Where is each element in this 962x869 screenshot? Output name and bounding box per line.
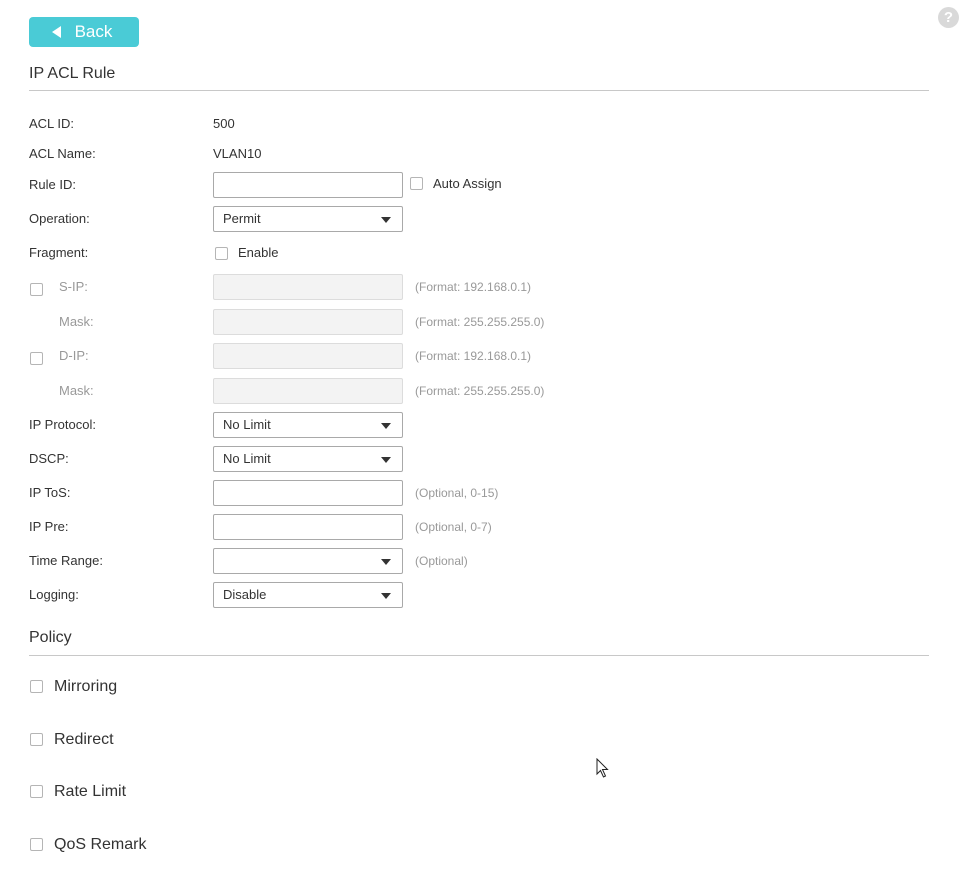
caret-down-icon — [381, 457, 391, 463]
d-mask-hint: (Format: 255.255.255.0) — [415, 384, 545, 398]
s-mask-hint: (Format: 255.255.255.0) — [415, 315, 545, 329]
d-ip-label: D-IP: — [59, 348, 89, 363]
acl-name-value: VLAN10 — [213, 146, 262, 161]
back-button[interactable]: Back — [29, 17, 139, 47]
d-mask-label: Mask: — [59, 383, 94, 398]
s-mask-label: Mask: — [59, 314, 94, 329]
ip-protocol-select[interactable]: No Limit — [213, 412, 403, 438]
s-ip-hint: (Format: 192.168.0.1) — [415, 280, 532, 294]
ip-pre-input[interactable] — [213, 514, 403, 540]
redirect-label: Redirect — [54, 731, 114, 748]
logging-select[interactable]: Disable — [213, 582, 403, 608]
dscp-select[interactable]: No Limit — [213, 446, 403, 472]
operation-label: Operation: — [29, 211, 90, 226]
section-title-ip-acl-rule: IP ACL Rule — [29, 65, 116, 82]
caret-down-icon — [381, 593, 391, 599]
mouse-pointer-icon — [596, 758, 609, 778]
back-button-label: Back — [74, 22, 113, 41]
rule-id-input[interactable] — [213, 172, 403, 198]
rate-limit-label: Rate Limit — [54, 783, 127, 800]
section-title-policy: Policy — [29, 629, 72, 646]
ip-tos-label: IP ToS: — [29, 485, 71, 500]
d-ip-hint: (Format: 192.168.0.1) — [415, 349, 532, 363]
ip-protocol-label: IP Protocol: — [29, 417, 96, 432]
ip-pre-label: IP Pre: — [29, 519, 69, 534]
acl-id-value: 500 — [213, 116, 235, 131]
fragment-enable-checkbox[interactable] — [215, 247, 228, 260]
qos-remark-checkbox[interactable] — [30, 838, 43, 851]
ip-protocol-selected-value: No Limit — [223, 417, 271, 432]
s-ip-checkbox[interactable] — [30, 283, 43, 296]
s-mask-input[interactable] — [213, 309, 403, 335]
mirroring-label: Mirroring — [54, 678, 118, 695]
section-divider — [29, 90, 929, 91]
time-range-hint: (Optional) — [415, 554, 468, 568]
ip-pre-hint: (Optional, 0-7) — [415, 520, 492, 534]
acl-name-label: ACL Name: — [29, 146, 96, 161]
triangle-left-icon — [51, 26, 61, 38]
fragment-label: Fragment: — [29, 245, 89, 260]
caret-down-icon — [381, 559, 391, 565]
section-divider — [29, 655, 929, 656]
rate-limit-checkbox[interactable] — [30, 785, 43, 798]
d-ip-input[interactable] — [213, 343, 403, 369]
caret-down-icon — [381, 217, 391, 223]
acl-id-label: ACL ID: — [29, 116, 75, 131]
s-ip-input[interactable] — [213, 274, 403, 300]
logging-label: Logging: — [29, 587, 79, 602]
dscp-label: DSCP: — [29, 451, 69, 466]
d-mask-input[interactable] — [213, 378, 403, 404]
auto-assign-label: Auto Assign — [433, 176, 502, 191]
logging-selected-value: Disable — [223, 587, 267, 602]
time-range-label: Time Range: — [29, 553, 103, 568]
s-ip-label: S-IP: — [59, 279, 88, 294]
auto-assign-checkbox[interactable] — [410, 177, 423, 190]
mirroring-checkbox[interactable] — [30, 680, 43, 693]
qos-remark-label: QoS Remark — [54, 836, 147, 853]
redirect-checkbox[interactable] — [30, 733, 43, 746]
rule-id-label: Rule ID: — [29, 177, 76, 192]
time-range-select[interactable] — [213, 548, 403, 574]
d-ip-checkbox[interactable] — [30, 352, 43, 365]
fragment-enable-label: Enable — [238, 245, 279, 260]
operation-selected-value: Permit — [223, 211, 261, 226]
dscp-selected-value: No Limit — [223, 451, 271, 466]
ip-tos-hint: (Optional, 0-15) — [415, 486, 499, 500]
help-icon[interactable]: ? — [938, 7, 959, 28]
operation-select[interactable]: Permit — [213, 206, 403, 232]
ip-tos-input[interactable] — [213, 480, 403, 506]
caret-down-icon — [381, 423, 391, 429]
